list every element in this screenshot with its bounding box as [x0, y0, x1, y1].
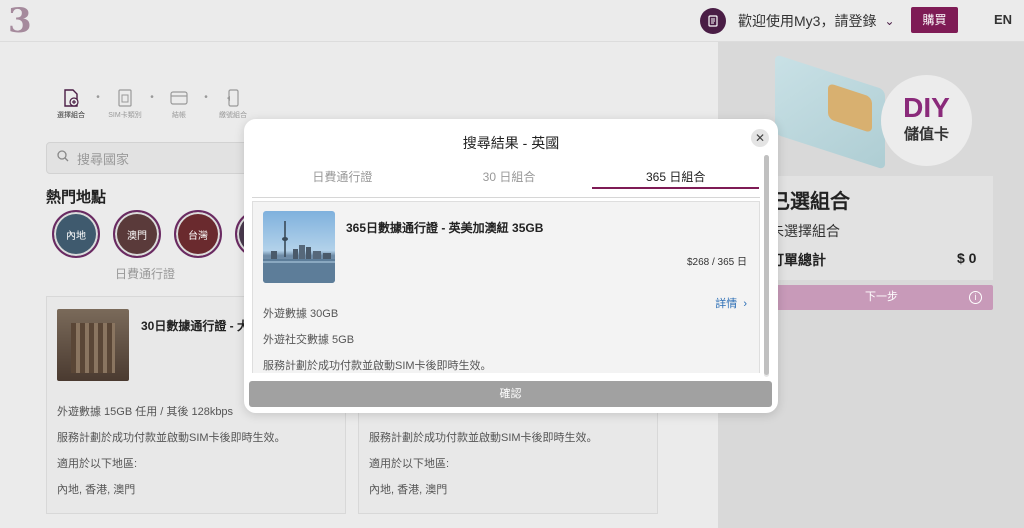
package-title: 365日數據通行證 - 英美加澳紐 35GB: [346, 221, 544, 235]
tab-30-day[interactable]: 30 日組合: [426, 159, 593, 189]
tab-daily-pass[interactable]: 日費通行證: [259, 159, 426, 189]
package-feature: 服務計劃於成功付款並啟動SIM卡後即時生效。: [263, 360, 492, 372]
account-icon: [700, 8, 726, 34]
chevron-down-icon[interactable]: ⌄: [884, 14, 894, 28]
details-link[interactable]: 詳情 ›: [715, 295, 747, 311]
package-feature: 外遊社交數據 5GB: [263, 334, 355, 346]
confirm-button[interactable]: 確認: [249, 381, 772, 407]
close-icon[interactable]: ✕: [751, 129, 769, 147]
search-results-modal: 搜尋結果 - 英國 ✕ 日費通行證 30 日組合 365 日組合 365日數據通…: [244, 119, 778, 413]
buy-button[interactable]: 購買: [911, 7, 958, 33]
account-menu[interactable]: 歡迎使用My3，請登錄 ⌄: [700, 7, 895, 35]
modal-scrollbar[interactable]: [764, 155, 769, 377]
top-header: 3 歡迎使用My3，請登錄 ⌄ 購買 EN: [0, 0, 1024, 42]
scrollbar-thumb[interactable]: [764, 155, 769, 375]
package-feature: 外遊數據 30GB: [263, 308, 339, 320]
chevron-right-icon[interactable]: ›: [740, 298, 747, 310]
details-label[interactable]: 詳情: [715, 298, 737, 310]
package-card[interactable]: 365日數據通行證 - 英美加澳紐 35GB $268 / 365 日 詳情 ›…: [252, 201, 760, 373]
tab-divider: [252, 197, 760, 198]
welcome-text[interactable]: 歡迎使用My3，請登錄: [738, 11, 876, 31]
toronto-skyline-image: [263, 211, 335, 283]
plan-tabs: 日費通行證 30 日組合 365 日組合: [259, 159, 760, 189]
language-toggle[interactable]: EN: [994, 12, 1012, 27]
package-price: $268 / 365 日: [686, 257, 747, 268]
three-logo[interactable]: 3: [8, 4, 38, 38]
modal-title: 搜尋結果 - 英國: [462, 135, 560, 151]
tab-365-day[interactable]: 365 日組合: [592, 159, 760, 189]
